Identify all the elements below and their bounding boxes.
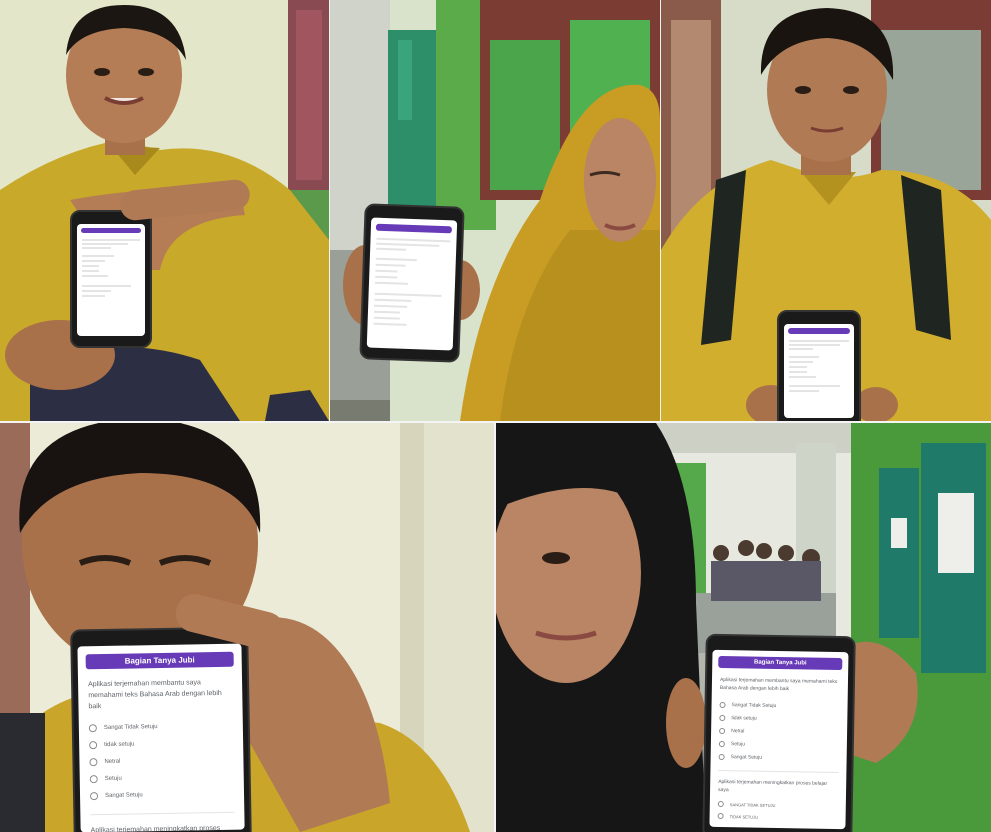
phone-1-screen: [77, 224, 145, 336]
form-section-header: Bagian Tanya Jubi: [85, 651, 234, 670]
question-1-text-5: Aplikasi terjemahan membantu saya memaha…: [719, 676, 838, 693]
radio-icon[interactable]: [718, 740, 725, 748]
phone-2-screen: [366, 217, 458, 351]
option-setuju-5[interactable]: Setuju: [718, 740, 839, 749]
form-section-header-5: Bagian Tanya Jubi: [718, 655, 843, 671]
radio-icon[interactable]: [89, 741, 98, 750]
question-2-text-5: Aplikasi terjemahan meningkatkan proses …: [718, 778, 828, 794]
phone-4-screen: Bagian Tanya Jubi Aplikasi terjemahan me…: [77, 643, 245, 832]
radio-icon[interactable]: [89, 792, 99, 801]
phone-5: Bagian Tanya Jubi Aplikasi terjemahan me…: [702, 633, 856, 832]
radio-icon[interactable]: [719, 714, 726, 722]
option-sangat-tidak-setuju-5[interactable]: Sangat Tidak Setuju: [719, 701, 840, 710]
radio-icon[interactable]: [89, 775, 98, 784]
phone-3: [777, 310, 861, 421]
question-1-text: Aplikasi terjemahan membantu saya memaha…: [88, 679, 222, 711]
option-setuju[interactable]: Setuju: [89, 773, 234, 784]
option-netral[interactable]: Netral: [89, 756, 233, 767]
radio-icon[interactable]: [717, 800, 724, 808]
photo-student-2: [330, 0, 660, 421]
photo-student-5: Bagian Tanya Jubi Aplikasi terjemahan me…: [496, 423, 991, 832]
radio-icon[interactable]: [719, 701, 726, 709]
phone-4: Bagian Tanya Jubi Aplikasi terjemahan me…: [70, 626, 252, 832]
photo-student-4: Bagian Tanya Jubi Aplikasi terjemahan me…: [0, 423, 494, 832]
option2-tidak-setuju-5[interactable]: TIDAK SETUJU: [717, 812, 838, 821]
question-2-text: Aplikasi terjemahan meningkatkan proses …: [90, 824, 221, 832]
radio-icon[interactable]: [719, 727, 726, 735]
option-sangat-setuju[interactable]: Sangat Setuju: [89, 790, 234, 801]
option2-sangat-tidak-setuju-5[interactable]: SANGAT TIDAK SETUJU: [717, 800, 838, 809]
phone-3-screen: [784, 324, 854, 418]
option-netral-5[interactable]: Netral: [719, 727, 839, 736]
radio-icon[interactable]: [88, 724, 97, 733]
option-sangat-tidak-setuju[interactable]: Sangat Tidak Setuju: [88, 722, 233, 733]
option-sangat-setuju-5[interactable]: Sangat Setuju: [718, 753, 839, 762]
phone-5-screen: Bagian Tanya Jubi Aplikasi terjemahan me…: [709, 649, 849, 830]
phone-2: [359, 203, 465, 363]
phone-1: [70, 210, 152, 348]
option-tidak-setuju-5[interactable]: tidak setuju: [719, 714, 839, 723]
photo-student-3: [661, 0, 991, 421]
option-tidak-setuju[interactable]: tidak setuju: [89, 739, 233, 750]
photo-student-1: [0, 0, 329, 421]
radio-icon[interactable]: [717, 812, 724, 820]
radio-icon[interactable]: [89, 758, 98, 767]
radio-icon[interactable]: [718, 753, 725, 761]
photo-collage: Bagian Tanya Jubi Aplikasi terjemahan me…: [0, 0, 991, 832]
